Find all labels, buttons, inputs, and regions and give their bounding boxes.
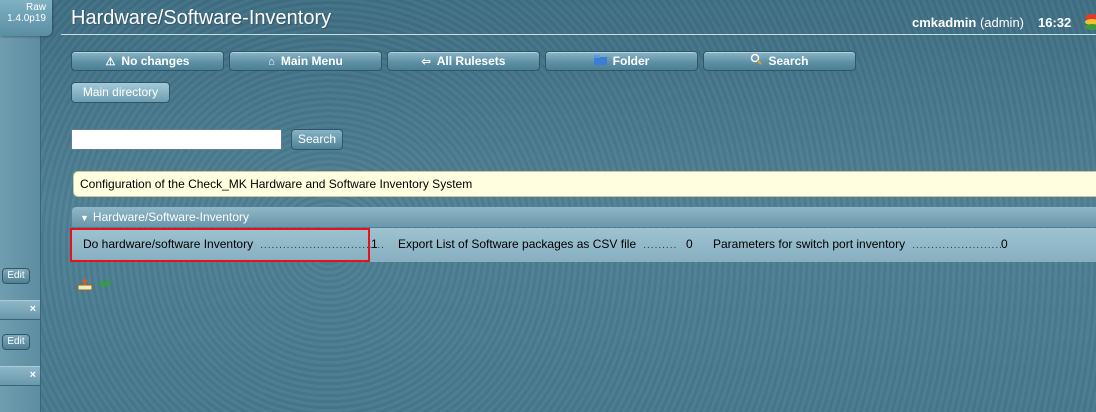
username: cmkadmin [912, 15, 977, 30]
ruleset-label: Export List of Software packages as CSV … [398, 237, 637, 251]
sidebar [0, 0, 41, 412]
user-info: cmkadmin (admin) [912, 15, 1024, 30]
search-button[interactable]: Search [703, 51, 856, 71]
refresh-icon[interactable] [97, 277, 113, 291]
version-number: 1.4.0p19 [7, 13, 46, 24]
ruleset-link-export-csv[interactable]: Export List of Software packages as CSV … [398, 237, 677, 251]
collapse-triangle-icon: ▼ [80, 213, 89, 223]
close-icon[interactable]: × [30, 369, 36, 381]
stack-logo-icon[interactable] [1082, 12, 1096, 32]
home-icon: ⌂ [268, 56, 275, 68]
back-arrow-icon: ⇦ [421, 56, 431, 68]
warning-icon: ⚠ [105, 56, 116, 68]
group-header[interactable]: ▼ Hardware/Software-Inventory [72, 207, 1096, 227]
ruleset-count: 1 [371, 237, 378, 251]
sidebar-edit-button[interactable]: Edit [2, 268, 30, 284]
ruleset-label: Parameters for switch port inventory [713, 237, 906, 251]
ruleset-count: 0 [1001, 237, 1008, 251]
group-title: Hardware/Software-Inventory [92, 210, 249, 224]
add-icon[interactable] [77, 277, 93, 291]
main-directory-button[interactable]: Main directory [71, 82, 170, 103]
button-label: Main Menu [280, 54, 343, 68]
info-message: Configuration of the Check_MK Hardware a… [73, 171, 1096, 197]
header-divider [61, 34, 1096, 35]
search-input[interactable] [71, 129, 282, 150]
no-changes-button[interactable]: ⚠ No changes [71, 51, 224, 71]
highlight-box [70, 228, 370, 262]
all-rulesets-button[interactable]: ⇦ All Rulesets [387, 51, 540, 71]
ruleset-link-switch-port[interactable]: Parameters for switch port inventory ...… [713, 237, 1007, 251]
clock: 16:32 [1038, 15, 1072, 30]
button-label: All Rulesets [436, 54, 506, 68]
sidebar-edit-button[interactable]: Edit [2, 334, 30, 350]
folder-button[interactable]: Folder [545, 51, 698, 71]
search-icon [750, 53, 763, 71]
ruleset-dots: ......................... [908, 240, 1007, 251]
main-menu-button[interactable]: ⌂ Main Menu [229, 51, 382, 71]
user-role: (admin) [979, 15, 1025, 30]
version-badge[interactable]: Raw 1.4.0p19 [0, 0, 52, 36]
button-label: Folder [612, 54, 650, 68]
ruleset-dots: ......... [639, 240, 678, 251]
page-title: Hardware/Software-Inventory [71, 7, 332, 29]
ruleset-count: 0 [686, 237, 693, 251]
close-icon[interactable]: × [30, 303, 36, 315]
search-submit-button[interactable]: Search [291, 129, 343, 150]
sidebar-snapin-bar: × [0, 300, 40, 320]
button-label: No changes [121, 54, 190, 68]
folder-icon [593, 53, 607, 71]
version-edition: Raw [25, 2, 46, 13]
sidebar-snapin-bar: × [0, 366, 40, 386]
button-label: Search [768, 54, 809, 68]
